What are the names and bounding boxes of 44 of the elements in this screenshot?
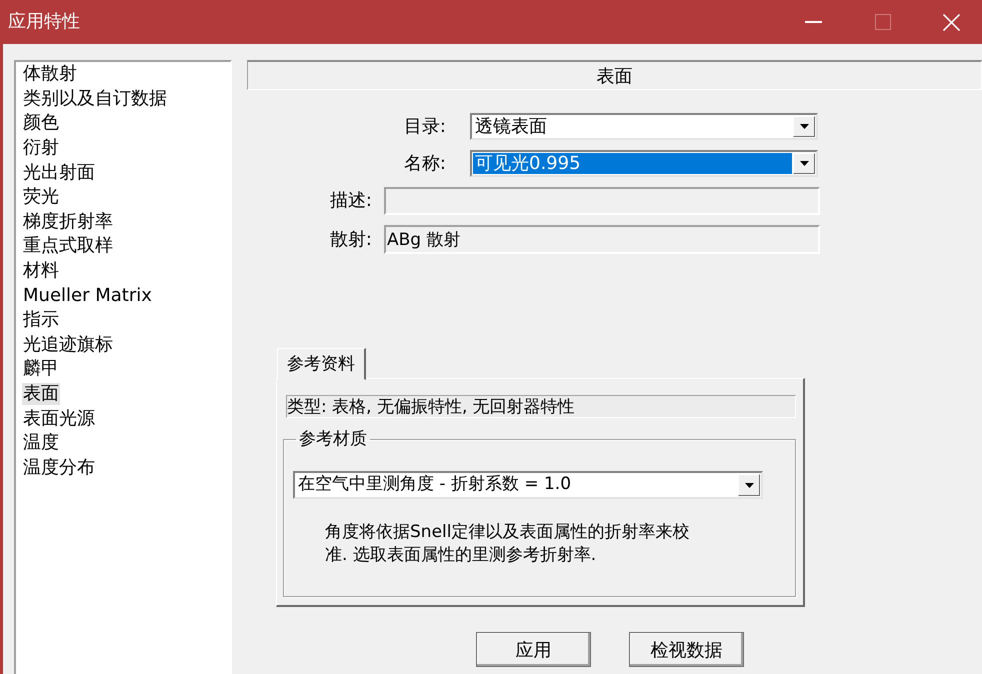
list-item[interactable]: 麟甲	[22, 358, 60, 380]
input-field[interactable]	[384, 187, 820, 215]
list-item[interactable]: 表面	[22, 383, 60, 406]
list-item[interactable]: 重点式取样	[22, 235, 114, 258]
input-field[interactable]: ABg 散射	[384, 225, 820, 254]
caret-icon	[744, 482, 754, 488]
list-item[interactable]: 体散射	[22, 63, 78, 86]
list-item[interactable]: 光出射面	[22, 162, 96, 184]
dropdown-button[interactable]	[793, 116, 815, 137]
close-icon[interactable]	[943, 14, 960, 30]
dropdown-field[interactable]: 在空气中里测角度 - 折射系数 = 1.0	[293, 471, 763, 499]
dropdown-field[interactable]: 可见光0.995	[470, 150, 818, 177]
list-item[interactable]: 光追迹旗标	[22, 334, 114, 356]
list-item[interactable]: 颜色	[22, 112, 60, 134]
apply-button[interactable]: 应用	[476, 632, 591, 667]
dropdown-field[interactable]: 透镜表面	[470, 113, 818, 140]
list-item[interactable]: 梯度折射率	[22, 210, 114, 233]
group-title: 参考材质	[298, 428, 368, 450]
list-item[interactable]: 温度	[22, 432, 60, 454]
list-item[interactable]: 材料	[22, 260, 60, 282]
note-text: 角度将依据Snell定律以及表面属性的折射率来校准. 选取表面属性的里测参考折射率.	[325, 521, 690, 567]
list-item[interactable]: Mueller Matrix	[22, 284, 153, 307]
view-data-button[interactable]: 检视数据	[629, 632, 744, 667]
dropdown-button[interactable]	[793, 153, 815, 174]
list-item[interactable]: 指示	[22, 309, 60, 332]
window-title: 应用特性	[8, 11, 80, 33]
caret-icon	[800, 124, 808, 129]
list-item[interactable]: 温度分布	[22, 456, 96, 479]
list-item[interactable]: 衍射	[22, 137, 60, 160]
dropdown-value: 可见光0.995	[473, 153, 792, 174]
dropdown-value: 透镜表面	[474, 116, 548, 137]
field-label: 描述:	[330, 190, 372, 212]
section-header: 表面	[247, 60, 982, 90]
tab[interactable]: 参考资料	[277, 348, 366, 380]
list-item[interactable]: 表面光源	[22, 408, 96, 430]
dropdown-value: 在空气中里测角度 - 折射系数 = 1.0	[297, 474, 572, 496]
type-field: 类型: 表格, 无偏振特性, 无回射器特性	[286, 395, 796, 418]
list-item[interactable]: 荧光	[22, 186, 60, 208]
dropdown-button[interactable]	[738, 474, 760, 496]
field-label: 目录:	[404, 116, 446, 138]
list-item[interactable]: 类别以及自订数据	[22, 88, 168, 110]
field-label: 名称:	[404, 152, 446, 174]
field-label: 散射:	[330, 228, 372, 250]
caret-icon	[800, 161, 808, 166]
